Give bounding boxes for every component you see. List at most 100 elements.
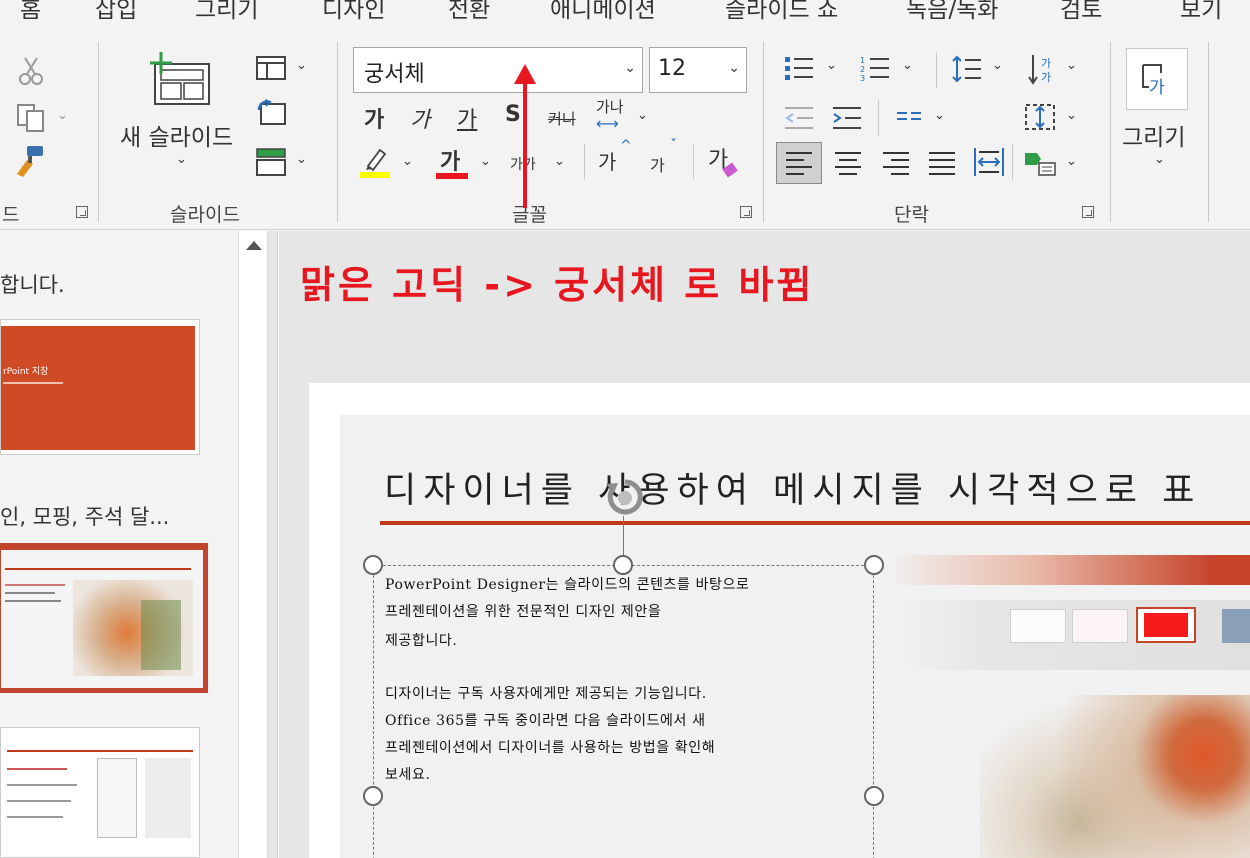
body-text-line: PowerPoint Designer는 슬라이드의 콘텐츠를 바탕으로 bbox=[385, 577, 750, 593]
copy-icon[interactable] bbox=[14, 102, 48, 134]
bullets-icon[interactable] bbox=[782, 54, 816, 84]
body-text-line: 제공합니다. bbox=[385, 633, 458, 649]
tab-home[interactable]: 홈 bbox=[20, 0, 41, 24]
font-color-swatch bbox=[436, 173, 468, 179]
change-case-dropdown-icon[interactable]: ⌄ bbox=[554, 154, 565, 169]
justify-icon[interactable] bbox=[926, 146, 958, 180]
shrink-font-button[interactable]: 가 bbox=[650, 152, 665, 176]
font-color-dropdown-icon[interactable]: ⌄ bbox=[480, 154, 491, 169]
bold-button[interactable]: 가 bbox=[364, 102, 384, 134]
layout-dropdown-icon[interactable]: ⌄ bbox=[296, 58, 307, 73]
bullets-dropdown-icon[interactable]: ⌄ bbox=[826, 58, 837, 73]
group-divider bbox=[1110, 42, 1111, 222]
font-name-dropdown-icon[interactable]: ⌄ bbox=[624, 60, 636, 76]
new-slide-icon[interactable] bbox=[148, 52, 212, 108]
svg-text:2: 2 bbox=[860, 65, 865, 74]
numbering-icon[interactable]: 123 bbox=[858, 54, 892, 84]
slide-thumbnail-1[interactable]: rPoint 지장 bbox=[0, 319, 200, 455]
thumbnail-phone-image bbox=[141, 600, 181, 670]
thumbnail-scrollbar[interactable] bbox=[238, 231, 268, 858]
cut-icon[interactable] bbox=[16, 56, 46, 86]
group-label-slides: 슬라이드 bbox=[170, 204, 240, 226]
align-text-icon[interactable] bbox=[1022, 100, 1058, 134]
smartart-icon[interactable] bbox=[1022, 146, 1058, 178]
highlight-icon[interactable] bbox=[358, 144, 392, 178]
font-color-button[interactable]: 가 bbox=[440, 144, 460, 176]
resize-handle-top-left[interactable] bbox=[363, 555, 383, 575]
columns-icon[interactable] bbox=[892, 104, 926, 132]
increase-indent-icon[interactable] bbox=[830, 104, 864, 132]
line-spacing-icon[interactable] bbox=[950, 54, 984, 84]
tab-review[interactable]: 검토 bbox=[1060, 0, 1102, 24]
align-right-icon[interactable] bbox=[880, 146, 912, 180]
group-label-clipboard: 드 bbox=[2, 204, 20, 226]
tab-animations[interactable]: 애니메이션 bbox=[550, 0, 656, 24]
resize-handle-right[interactable] bbox=[864, 786, 884, 806]
rotate-handle-icon[interactable] bbox=[603, 476, 647, 520]
section-icon[interactable] bbox=[254, 146, 288, 178]
font-name-combobox[interactable]: 궁서체 ⌄ bbox=[353, 47, 643, 93]
resize-handle-left[interactable] bbox=[363, 786, 383, 806]
distributed-icon[interactable] bbox=[972, 144, 1006, 180]
vegetables-photo bbox=[980, 695, 1250, 858]
highlight-dropdown-icon[interactable]: ⌄ bbox=[402, 154, 413, 169]
tab-view[interactable]: 보기 bbox=[1180, 0, 1222, 24]
font-size-dropdown-icon[interactable]: ⌄ bbox=[728, 60, 740, 76]
smartart-dropdown-icon[interactable]: ⌄ bbox=[1066, 154, 1077, 169]
tab-record[interactable]: 녹음/녹화 bbox=[906, 0, 998, 24]
drawing-button[interactable]: 그리기 bbox=[1122, 118, 1185, 152]
text-direction-dropdown-icon[interactable]: ⌄ bbox=[1066, 58, 1077, 73]
align-text-dropdown-icon[interactable]: ⌄ bbox=[1066, 108, 1077, 123]
designer-banner-image bbox=[890, 555, 1250, 585]
pane-divider[interactable] bbox=[268, 231, 278, 858]
font-launcher-icon[interactable] bbox=[740, 206, 752, 218]
tab-transitions[interactable]: 전환 bbox=[448, 0, 490, 24]
thumbnail-text-line bbox=[5, 584, 65, 586]
tab-insert[interactable]: 삽입 bbox=[95, 0, 137, 24]
align-left-button[interactable] bbox=[776, 142, 822, 184]
copy-dropdown-icon[interactable]: ⌄ bbox=[57, 108, 68, 123]
resize-handle-top[interactable] bbox=[613, 555, 633, 575]
svg-text:가: 가 bbox=[1041, 71, 1051, 84]
new-slide-dropdown-icon[interactable]: ⌄ bbox=[176, 152, 187, 167]
section-dropdown-icon[interactable]: ⌄ bbox=[296, 152, 307, 167]
new-slide-button[interactable]: 새 슬라이드 bbox=[120, 118, 233, 152]
thumbnail-text-line bbox=[5, 600, 61, 602]
paragraph-launcher-icon[interactable] bbox=[1082, 206, 1094, 218]
tab-design[interactable]: 디자인 bbox=[322, 0, 385, 24]
thumbnail-section-text: 합니다. bbox=[0, 273, 65, 297]
slide-thumbnail-2-selected[interactable] bbox=[0, 543, 208, 693]
reset-slide-icon[interactable] bbox=[254, 98, 288, 128]
columns-dropdown-icon[interactable]: ⌄ bbox=[934, 108, 945, 123]
align-center-icon[interactable] bbox=[832, 146, 864, 180]
numbering-dropdown-icon[interactable]: ⌄ bbox=[902, 58, 913, 73]
resize-handle-top-right[interactable] bbox=[864, 555, 884, 575]
layout-icon[interactable] bbox=[254, 54, 288, 82]
divider bbox=[1012, 144, 1013, 180]
clipboard-launcher-icon[interactable] bbox=[76, 206, 88, 218]
drawing-dropdown-icon[interactable]: ⌄ bbox=[1154, 152, 1165, 167]
shapes-icon[interactable]: 가 bbox=[1126, 48, 1188, 110]
divider bbox=[584, 144, 585, 180]
design-idea-2 bbox=[1072, 609, 1128, 643]
grow-font-button[interactable]: 가 bbox=[598, 146, 616, 175]
design-idea-4 bbox=[1222, 609, 1250, 643]
slide-thumbnail-3[interactable] bbox=[0, 727, 200, 858]
scroll-up-icon[interactable] bbox=[246, 241, 262, 250]
font-size-combobox[interactable]: 12 ⌄ bbox=[649, 47, 747, 93]
underline-button[interactable]: 가 bbox=[457, 102, 477, 134]
thumbnail-title: rPoint 지장 bbox=[3, 367, 49, 377]
divider bbox=[693, 144, 694, 180]
decrease-indent-icon[interactable] bbox=[782, 104, 816, 132]
tab-draw[interactable]: 그리기 bbox=[195, 0, 258, 24]
format-painter-icon[interactable] bbox=[12, 144, 48, 178]
body-text-line: 디자이너는 구독 사용자에게만 제공되는 기능입니다. bbox=[385, 686, 707, 702]
strikethrough-button[interactable]: 커니 bbox=[548, 108, 576, 129]
italic-button[interactable]: 가 bbox=[410, 102, 430, 134]
svg-text:1: 1 bbox=[860, 56, 865, 65]
slide-title[interactable]: 디자이너를 사용하여 메시지를 시각적으로 표 bbox=[384, 462, 1201, 513]
char-spacing-dropdown-icon[interactable]: ⌄ bbox=[637, 108, 648, 123]
line-spacing-dropdown-icon[interactable]: ⌄ bbox=[992, 58, 1003, 73]
tab-slideshow[interactable]: 슬라이드 쇼 bbox=[725, 0, 838, 24]
text-direction-icon[interactable]: 가가 bbox=[1026, 52, 1060, 86]
